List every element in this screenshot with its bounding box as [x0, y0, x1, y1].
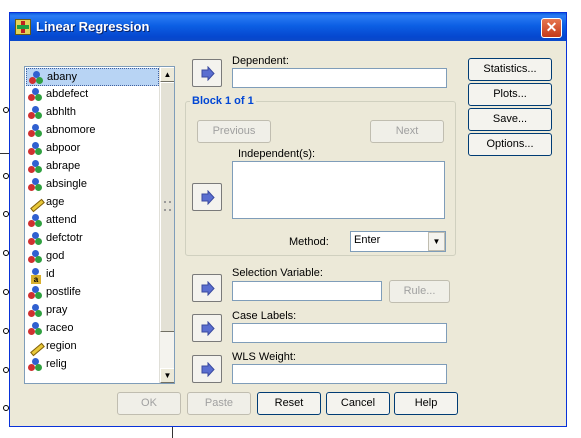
- nominal-icon: [28, 142, 42, 156]
- list-item[interactable]: abany: [26, 68, 159, 86]
- options-button[interactable]: Options...: [468, 133, 552, 156]
- method-value: Enter: [354, 234, 381, 246]
- list-item[interactable]: absingle: [26, 176, 159, 194]
- chevron-down-icon[interactable]: ▼: [428, 232, 445, 251]
- scroll-down-icon[interactable]: ▼: [160, 368, 174, 383]
- independent-label: Independent(s):: [238, 148, 316, 160]
- paste-button[interactable]: Paste: [187, 392, 251, 415]
- wls-weight-field[interactable]: [232, 364, 447, 384]
- selection-variable-label: Selection Variable:: [232, 267, 323, 279]
- linear-regression-dialog: Linear Regression ✕ relig region raceo pray…: [9, 12, 567, 427]
- variable-name: abdefect: [46, 88, 89, 100]
- window-title: Linear Regression: [36, 19, 150, 34]
- nominal-icon: [28, 106, 42, 120]
- previous-button[interactable]: Previous: [197, 120, 271, 143]
- list-item[interactable]: pray: [26, 302, 159, 320]
- case-labels-field[interactable]: [232, 323, 447, 343]
- arrow-right-icon: [201, 66, 215, 81]
- move-to-case-labels-button[interactable]: [192, 314, 222, 342]
- nominal-icon: [28, 286, 42, 300]
- list-item[interactable]: abdefect: [26, 86, 159, 104]
- list-item[interactable]: relig: [26, 356, 159, 374]
- nominal-icon: [28, 178, 42, 192]
- arrow-right-icon: [201, 281, 215, 296]
- variable-list[interactable]: relig region raceo pray postlife a id god defcto…: [24, 66, 175, 384]
- list-item[interactable]: region: [26, 338, 159, 357]
- move-to-wls-button[interactable]: [192, 355, 222, 383]
- variable-name: postlife: [46, 286, 81, 298]
- close-button[interactable]: ✕: [541, 18, 562, 38]
- list-item[interactable]: abrape: [26, 158, 159, 176]
- nominal-icon: [28, 358, 42, 372]
- list-item[interactable]: abhlth: [26, 104, 159, 122]
- move-to-dependent-button[interactable]: [192, 59, 222, 87]
- independent-field[interactable]: [232, 161, 445, 219]
- nominal-icon: [29, 71, 43, 85]
- help-button[interactable]: Help: [394, 392, 458, 415]
- arrow-right-icon: [201, 190, 215, 205]
- variable-name: abnomore: [46, 124, 96, 136]
- variable-name: region: [46, 340, 77, 352]
- dependent-field[interactable]: [232, 68, 447, 88]
- variable-name: relig: [46, 358, 67, 370]
- save-button[interactable]: Save...: [468, 108, 552, 131]
- variable-name: attend: [46, 214, 77, 226]
- list-item[interactable]: postlife: [26, 284, 159, 302]
- title-bar[interactable]: Linear Regression ✕: [10, 13, 566, 41]
- arrow-right-icon: [201, 321, 215, 336]
- variable-name: abany: [47, 71, 77, 83]
- variable-name: abhlth: [46, 106, 76, 118]
- nominal-icon: [28, 232, 42, 246]
- scale-icon: [28, 340, 45, 357]
- nominal-icon: [28, 322, 42, 336]
- case-labels-label: Case Labels:: [232, 310, 297, 322]
- move-to-selection-button[interactable]: [192, 274, 222, 302]
- statistics-button[interactable]: Statistics...: [468, 58, 552, 81]
- variable-name: god: [46, 250, 65, 262]
- rule-button[interactable]: Rule...: [389, 280, 450, 303]
- nominal-icon: [28, 160, 42, 174]
- reset-button[interactable]: Reset: [257, 392, 321, 415]
- block-title: Block 1 of 1: [190, 95, 256, 107]
- list-item[interactable]: abpoor: [26, 140, 159, 158]
- background-divider: [172, 427, 173, 438]
- variable-name: absingle: [46, 178, 87, 190]
- arrow-right-icon: [201, 362, 215, 377]
- list-item[interactable]: defctotr: [26, 230, 159, 248]
- move-to-independent-button[interactable]: [192, 183, 222, 211]
- nominal-icon: [28, 214, 42, 228]
- string-icon: a: [28, 268, 42, 284]
- wls-weight-label: WLS Weight:: [232, 351, 296, 363]
- ok-button[interactable]: OK: [117, 392, 181, 415]
- variable-name: abpoor: [46, 142, 81, 154]
- selection-variable-field[interactable]: [232, 281, 382, 301]
- scroll-thumb[interactable]: [160, 82, 174, 332]
- list-item[interactable]: age: [26, 194, 159, 213]
- nominal-icon: [28, 88, 42, 102]
- variable-name: defctotr: [46, 232, 83, 244]
- dependent-label: Dependent:: [232, 55, 289, 67]
- variable-name: age: [46, 196, 65, 208]
- variable-name: id: [46, 268, 55, 280]
- list-scrollbar[interactable]: ▲ ▼: [159, 67, 174, 383]
- cancel-button[interactable]: Cancel: [326, 392, 390, 415]
- list-item[interactable]: god: [26, 248, 159, 266]
- method-label: Method:: [289, 236, 329, 248]
- method-select[interactable]: Enter ▼: [350, 231, 446, 252]
- list-item[interactable]: a id: [26, 266, 159, 284]
- nominal-icon: [28, 304, 42, 318]
- variable-name: abrape: [46, 160, 81, 172]
- scroll-up-icon[interactable]: ▲: [160, 67, 174, 82]
- nominal-icon: [28, 250, 42, 264]
- nominal-icon: [28, 124, 42, 138]
- list-item[interactable]: abnomore: [26, 122, 159, 140]
- variable-name: pray: [46, 304, 68, 316]
- scale-icon: [28, 196, 45, 213]
- plots-button[interactable]: Plots...: [468, 83, 552, 106]
- app-icon: [15, 19, 31, 35]
- list-item[interactable]: attend: [26, 212, 159, 230]
- list-item[interactable]: raceo: [26, 320, 159, 338]
- variable-name: raceo: [46, 322, 74, 334]
- next-button[interactable]: Next: [370, 120, 444, 143]
